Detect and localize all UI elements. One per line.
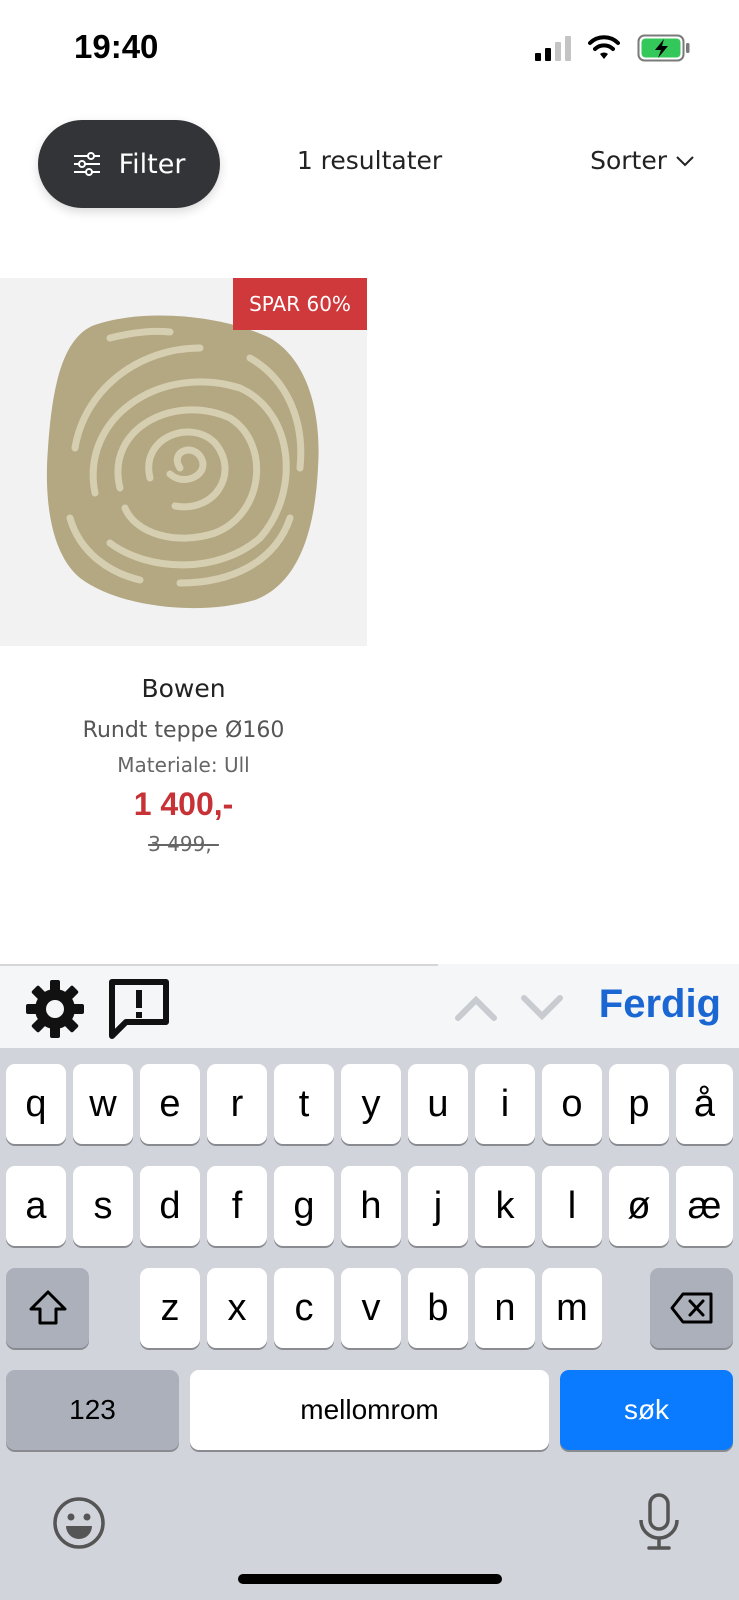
wifi-icon (588, 35, 620, 59)
product-price: 1 400,- (133, 786, 234, 822)
key-s[interactable]: s (73, 1166, 133, 1246)
key-e[interactable]: e (140, 1064, 200, 1144)
shift-icon (29, 1290, 66, 1325)
product-old-price: 3 499,- (148, 832, 219, 856)
key-t[interactable]: t (274, 1064, 334, 1144)
key-w[interactable]: w (73, 1064, 133, 1144)
shift-key[interactable] (6, 1268, 89, 1348)
key-f[interactable]: f (207, 1166, 267, 1246)
home-indicator (238, 1574, 502, 1584)
key-h[interactable]: h (341, 1166, 401, 1246)
keyboard: q w e r t y u i o p å a s d f g h j k l … (0, 1048, 739, 1600)
key-o[interactable]: o (542, 1064, 602, 1144)
numbers-key[interactable]: 123 (6, 1370, 179, 1450)
key-oe[interactable]: ø (609, 1166, 669, 1246)
key-q[interactable]: q (6, 1064, 66, 1144)
key-x[interactable]: x (207, 1268, 267, 1348)
key-r[interactable]: r (207, 1064, 267, 1144)
key-g[interactable]: g (274, 1166, 334, 1246)
sort-label: Sorter (590, 146, 667, 175)
chevron-down-icon[interactable] (520, 988, 564, 1028)
key-l[interactable]: l (542, 1166, 602, 1246)
emoji-icon[interactable] (52, 1496, 106, 1550)
product-material: Materiale: Ull (117, 753, 250, 777)
key-p[interactable]: p (609, 1064, 669, 1144)
product-description: Rundt teppe Ø160 (82, 718, 285, 743)
keyboard-accessory-bar: Ferdig (0, 964, 739, 1048)
status-icons (535, 34, 691, 62)
key-d[interactable]: d (140, 1166, 200, 1246)
sale-badge: SPAR 60% (233, 278, 367, 330)
rug-image (46, 315, 319, 609)
key-c[interactable]: c (274, 1268, 334, 1348)
cellular-signal-icon (535, 35, 571, 61)
key-y[interactable]: y (341, 1064, 401, 1144)
key-u[interactable]: u (408, 1064, 468, 1144)
key-ae[interactable]: æ (676, 1166, 733, 1246)
key-z[interactable]: z (140, 1268, 200, 1348)
key-k[interactable]: k (475, 1166, 535, 1246)
microphone-icon[interactable] (636, 1492, 682, 1552)
key-aa[interactable]: å (676, 1064, 733, 1144)
key-i[interactable]: i (475, 1064, 535, 1144)
search-key[interactable]: søk (560, 1370, 733, 1450)
battery-charging-icon (637, 34, 690, 62)
product-card[interactable]: SPAR 60% Bowen Rundt teppe Ø160 Material… (0, 278, 367, 858)
status-time: 19:40 (74, 28, 159, 65)
key-v[interactable]: v (341, 1268, 401, 1348)
accessory-divider (438, 964, 739, 966)
key-j[interactable]: j (408, 1166, 468, 1246)
status-bar: 19:40 (0, 0, 739, 100)
product-name[interactable]: Bowen (0, 674, 367, 703)
key-a[interactable]: a (6, 1166, 66, 1246)
backspace-icon (670, 1292, 712, 1324)
chevron-down-icon (676, 155, 694, 166)
backspace-key[interactable] (650, 1268, 733, 1348)
space-key[interactable]: mellomrom (190, 1370, 549, 1450)
key-n[interactable]: n (475, 1268, 535, 1348)
key-b[interactable]: b (408, 1268, 468, 1348)
done-button[interactable]: Ferdig (599, 982, 721, 1027)
feedback-icon[interactable] (106, 976, 172, 1042)
chevron-up-icon[interactable] (454, 988, 498, 1028)
key-m[interactable]: m (542, 1268, 602, 1348)
product-image[interactable]: SPAR 60% (0, 278, 367, 646)
sort-button[interactable]: Sorter (590, 146, 695, 175)
gear-icon[interactable] (22, 976, 88, 1042)
